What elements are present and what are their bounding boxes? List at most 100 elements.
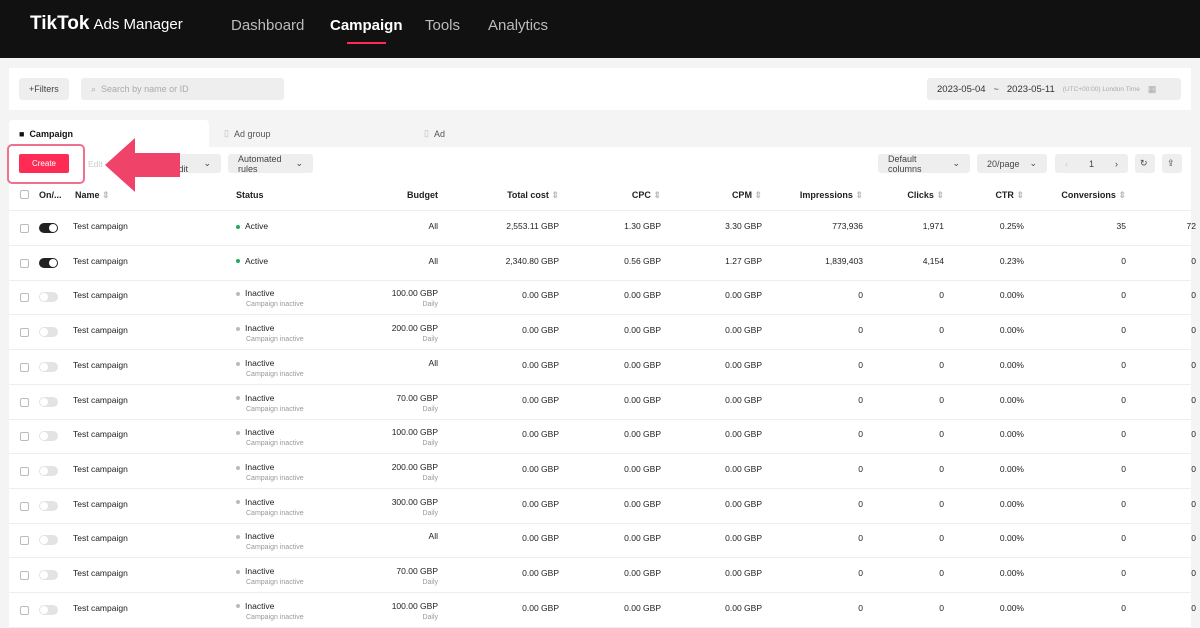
prev-icon[interactable]: ‹: [1065, 159, 1068, 169]
cell-cpm: 0.00 GBP: [725, 498, 762, 509]
date-range-picker[interactable]: 2023-05-04 ~ 2023-05-11 (UTC+00:00) Lond…: [927, 78, 1181, 100]
sort-icon[interactable]: ⇕: [653, 190, 661, 200]
level-tabs: ■ Campaign ▯ Ad group ▯ Ad: [9, 120, 1191, 147]
column-label: Conversions: [1061, 190, 1116, 200]
nav-dashboard[interactable]: Dashboard: [231, 17, 304, 34]
campaign-name[interactable]: Test campaign: [73, 395, 128, 405]
status-toggle[interactable]: [39, 500, 58, 511]
tab-label: Campaign: [29, 128, 73, 139]
column-label: CPC: [631, 190, 651, 200]
column-header[interactable]: Conversions ⇕: [1061, 190, 1126, 201]
row-checkbox[interactable]: [20, 362, 29, 372]
tab-ad[interactable]: ▯ Ad: [414, 120, 614, 147]
sort-icon[interactable]: ⇕: [754, 190, 762, 200]
status: Inactive Campaign inactive: [236, 497, 304, 517]
next-icon[interactable]: ›: [1115, 159, 1118, 169]
page-number[interactable]: 1: [1089, 159, 1094, 169]
status-toggle[interactable]: [39, 223, 58, 233]
campaign-name[interactable]: Test campaign: [73, 429, 128, 439]
cell-impr: 773,936: [832, 221, 863, 231]
row-checkbox[interactable]: [20, 397, 29, 407]
status-toggle[interactable]: [39, 327, 58, 338]
cell-cpc: 0.00 GBP: [624, 533, 661, 544]
tab-label: Ad group: [233, 128, 271, 139]
row-checkbox[interactable]: [20, 293, 29, 303]
sort-icon[interactable]: ⇕: [551, 190, 559, 200]
sort-icon[interactable]: ⇕: [1118, 190, 1126, 200]
campaign-name[interactable]: Test campaign: [73, 325, 128, 335]
nav-analytics[interactable]: Analytics: [488, 17, 548, 34]
sort-icon[interactable]: ⇕: [102, 190, 110, 200]
row-checkbox[interactable]: [20, 571, 29, 580]
cell-clicks: 0: [939, 290, 944, 301]
status-toggle[interactable]: [39, 257, 58, 268]
automated-rules-button[interactable]: Automated rules ⌄: [228, 154, 313, 174]
column-header[interactable]: Impressions ⇕: [800, 190, 863, 201]
sort-icon[interactable]: ⇕: [855, 190, 863, 200]
campaign-name[interactable]: Test campaign: [73, 360, 128, 370]
logo[interactable]: TikTok Ads Manager: [30, 13, 183, 35]
status-toggle[interactable]: [39, 292, 58, 303]
row-checkbox[interactable]: [20, 258, 29, 268]
columns-select[interactable]: Default columns ⌄: [878, 154, 970, 174]
campaign-name[interactable]: Test campaign: [73, 256, 128, 266]
sort-icon[interactable]: ⇕: [936, 190, 944, 200]
refresh-icon[interactable]: ↻: [1135, 154, 1155, 173]
cell-cost: 0.00 GBP: [522, 602, 559, 613]
doc-icon: ▯: [424, 128, 429, 138]
export-icon[interactable]: ⇪: [1162, 154, 1182, 173]
search-input[interactable]: ⌕ Search by name or ID: [81, 78, 284, 100]
tab-ad-group[interactable]: ▯ Ad group: [214, 120, 414, 147]
status-toggle[interactable]: [39, 431, 58, 442]
cell-ctr: 0.00%: [999, 359, 1024, 370]
cell-extra: 0: [1191, 359, 1196, 370]
nav-campaign[interactable]: Campaign: [330, 17, 403, 44]
cell-clicks: 0: [939, 325, 944, 336]
campaign-name[interactable]: Test campaign: [73, 499, 128, 509]
cell-cpc: 0.00 GBP: [624, 602, 661, 613]
status-label: Inactive: [245, 531, 275, 542]
campaign-name[interactable]: Test campaign: [73, 533, 128, 543]
status-toggle[interactable]: [39, 396, 58, 407]
column-header[interactable]: CPC ⇕: [632, 190, 661, 201]
edit-button[interactable]: Edit: [88, 159, 103, 169]
cell-conv: 0: [1121, 325, 1126, 336]
status-toggle[interactable]: [39, 570, 58, 580]
row-checkbox[interactable]: [20, 536, 29, 546]
status-sub: Campaign inactive: [246, 579, 304, 586]
row-checkbox[interactable]: [20, 466, 29, 476]
cell-cost: 0.00 GBP: [522, 429, 559, 440]
nav-tools[interactable]: Tools: [425, 17, 460, 34]
row-checkbox[interactable]: [20, 224, 29, 233]
filters-button[interactable]: +Filters: [19, 78, 69, 100]
campaign-name[interactable]: Test campaign: [73, 290, 128, 300]
sort-icon[interactable]: ⇕: [1016, 190, 1024, 200]
column-header[interactable]: CTR ⇕: [995, 190, 1024, 201]
row-checkbox[interactable]: [20, 432, 29, 442]
column-header[interactable]: Clicks ⇕: [907, 190, 944, 201]
select-all-checkbox[interactable]: [20, 190, 29, 199]
status-toggle[interactable]: [39, 604, 58, 615]
cell-extra: 0: [1191, 429, 1196, 440]
page-size-select[interactable]: 20/page ⌄: [977, 154, 1047, 173]
campaign-name[interactable]: Test campaign: [73, 464, 128, 474]
column-header[interactable]: Name ⇕: [75, 190, 110, 201]
row-checkbox[interactable]: [20, 501, 29, 511]
campaign-name[interactable]: Test campaign: [73, 603, 128, 613]
row-checkbox[interactable]: [20, 605, 29, 615]
status-toggle[interactable]: [39, 361, 58, 372]
column-header[interactable]: Total cost ⇕: [507, 190, 559, 201]
status-toggle[interactable]: [39, 535, 58, 546]
campaign-name[interactable]: Test campaign: [73, 221, 128, 231]
status-toggle[interactable]: [39, 465, 58, 476]
cell-ctr: 0.00%: [999, 568, 1024, 578]
page-size-label: 20/page: [987, 158, 1020, 169]
budget-type: Daily: [422, 474, 438, 482]
status: Inactive Campaign inactive: [236, 566, 304, 586]
cell-impr: 0: [858, 290, 863, 301]
column-header[interactable]: CPM ⇕: [732, 190, 762, 201]
row-checkbox[interactable]: [20, 328, 29, 338]
pagination[interactable]: ‹ 1 ›: [1055, 154, 1128, 173]
cell-clicks: 0: [939, 498, 944, 509]
campaign-name[interactable]: Test campaign: [73, 568, 128, 578]
